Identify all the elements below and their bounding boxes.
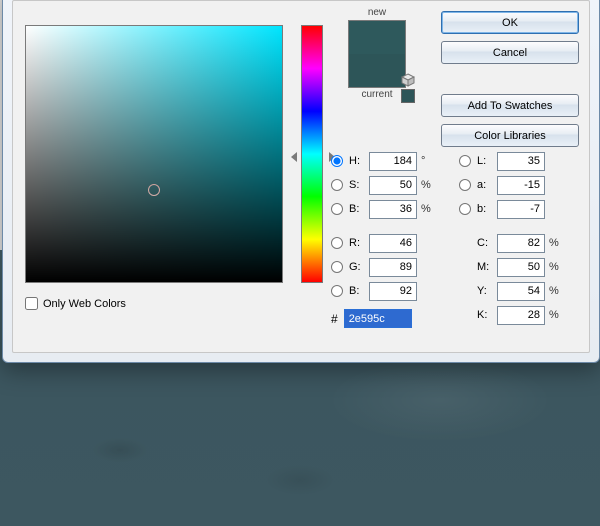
cube-icon-group (401, 73, 415, 103)
m-row: M: % (459, 255, 579, 279)
bv-input[interactable] (369, 200, 417, 219)
s-radio[interactable] (331, 179, 343, 191)
y-label: Y: (477, 285, 493, 297)
hue-slider-left-icon (291, 152, 297, 162)
l-input[interactable] (497, 152, 545, 171)
g-label: G: (349, 261, 365, 273)
k-unit: % (549, 309, 563, 321)
r-row: R: (331, 231, 451, 255)
b-radio[interactable] (331, 285, 343, 297)
current-color-swatch (349, 54, 405, 87)
add-to-swatches-button[interactable]: Add To Swatches (441, 94, 579, 117)
bv-unit: % (421, 203, 435, 215)
y-row: Y: % (459, 279, 579, 303)
h-unit: ° (421, 155, 435, 167)
bv-label: B: (349, 203, 365, 215)
hex-row: # (331, 309, 412, 328)
bv-radio[interactable] (331, 203, 343, 215)
a-label: a: (477, 179, 493, 191)
cancel-button[interactable]: Cancel (441, 41, 579, 64)
h-label: H: (349, 155, 365, 167)
a-radio[interactable] (459, 179, 471, 191)
color-picker-dialog: Pick a solid color: new current (2, 0, 600, 363)
bv-row: B: % (331, 197, 451, 221)
s-label: S: (349, 179, 365, 191)
g-radio[interactable] (331, 261, 343, 273)
button-column: OK Cancel Add To Swatches Color Librarie… (441, 11, 579, 147)
cube-icon[interactable] (401, 73, 415, 87)
hex-input[interactable] (344, 309, 412, 328)
only-web-colors-label: Only Web Colors (43, 298, 126, 310)
k-input[interactable] (497, 306, 545, 325)
a-input[interactable] (497, 176, 545, 195)
y-unit: % (549, 285, 563, 297)
c-label: C: (477, 237, 493, 249)
hue-strip[interactable] (301, 25, 323, 283)
preview-swatch[interactable] (348, 20, 406, 88)
a-row: a: (459, 173, 579, 197)
l-radio[interactable] (459, 155, 471, 167)
b-input[interactable] (369, 282, 417, 301)
c-unit: % (549, 237, 563, 249)
s-row: S: % (331, 173, 451, 197)
k-row: K: % (459, 303, 579, 327)
new-color-swatch (349, 21, 405, 54)
g-input[interactable] (369, 258, 417, 277)
lab-b-input[interactable] (497, 200, 545, 219)
h-row: H: ° (331, 149, 451, 173)
nearest-web-swatch[interactable] (401, 89, 415, 103)
new-label: new (337, 7, 417, 18)
h-radio[interactable] (331, 155, 343, 167)
lab-b-label: b: (477, 203, 493, 215)
ok-button[interactable]: OK (441, 11, 579, 34)
m-input[interactable] (497, 258, 545, 277)
c-input[interactable] (497, 234, 545, 253)
r-label: R: (349, 237, 365, 249)
r-input[interactable] (369, 234, 417, 253)
l-row: L: (459, 149, 579, 173)
h-input[interactable] (369, 152, 417, 171)
saturation-value-field[interactable] (25, 25, 283, 283)
g-row: G: (331, 255, 451, 279)
s-unit: % (421, 179, 435, 191)
s-input[interactable] (369, 176, 417, 195)
y-input[interactable] (497, 282, 545, 301)
only-web-colors[interactable]: Only Web Colors (25, 297, 126, 310)
b-row: B: (331, 279, 451, 303)
lab-b-radio[interactable] (459, 203, 471, 215)
sv-cursor-icon (148, 184, 160, 196)
lab-cmyk-column: L: a: b: C: % (459, 149, 579, 327)
l-label: L: (477, 155, 493, 167)
m-unit: % (549, 261, 563, 273)
lab-b-row: b: (459, 197, 579, 221)
b-label: B: (349, 285, 365, 297)
only-web-colors-checkbox[interactable] (25, 297, 38, 310)
m-label: M: (477, 261, 493, 273)
hash-label: # (331, 312, 338, 326)
r-radio[interactable] (331, 237, 343, 249)
c-row: C: % (459, 231, 579, 255)
k-label: K: (477, 309, 493, 321)
hsb-rgb-column: H: ° S: % B: % R: (331, 149, 451, 303)
color-libraries-button[interactable]: Color Libraries (441, 124, 579, 147)
